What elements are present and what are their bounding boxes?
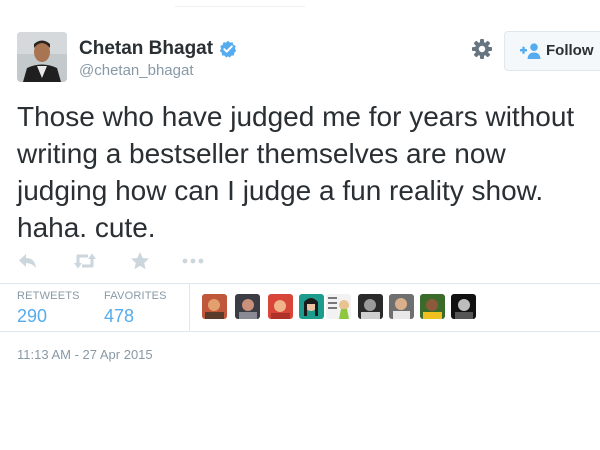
favorites-stat[interactable]: FAVORITES 478	[104, 290, 167, 327]
favoriter-avatar-7[interactable]	[389, 294, 414, 319]
favoriter-avatar-5[interactable]	[326, 294, 351, 319]
stats-bottom-divider	[0, 331, 600, 332]
retweets-count[interactable]: 290	[17, 306, 80, 327]
favorites-label: FAVORITES	[104, 290, 167, 302]
favoriter-avatar-4[interactable]	[299, 294, 324, 319]
author-handle[interactable]: @chetan_bhagat	[79, 62, 194, 79]
tweet-text: Those who have judged me for years witho…	[17, 101, 575, 243]
follow-button[interactable]: Follow	[504, 31, 600, 71]
favoriter-avatar-3[interactable]	[268, 294, 293, 319]
favoriter-avatar-2[interactable]	[235, 294, 260, 319]
retweets-stat[interactable]: RETWEETS 290	[17, 290, 80, 327]
favoriter-avatar-9[interactable]	[451, 294, 476, 319]
gear-icon[interactable]	[471, 38, 493, 60]
favorites-count[interactable]: 478	[104, 306, 167, 327]
stats-top-divider	[0, 283, 600, 284]
favoriter-avatar-6[interactable]	[358, 294, 383, 319]
author-avatar[interactable]	[17, 32, 67, 82]
favorite-star-icon[interactable]	[129, 250, 151, 272]
stats-vertical-divider	[189, 283, 190, 331]
verified-badge-icon	[219, 40, 237, 58]
retweet-icon[interactable]	[73, 250, 97, 272]
more-icon[interactable]	[181, 250, 205, 272]
favoriter-avatar-8[interactable]	[420, 294, 445, 319]
follow-label: Follow	[546, 42, 594, 59]
tweet-timestamp[interactable]: 11:13 AM - 27 Apr 2015	[17, 347, 153, 362]
top-divider	[175, 6, 305, 7]
reply-icon[interactable]	[17, 250, 39, 272]
favoriter-avatar-1[interactable]	[202, 294, 227, 319]
author-name[interactable]: Chetan Bhagat	[79, 38, 213, 60]
follow-person-plus-icon	[520, 43, 541, 59]
retweets-label: RETWEETS	[17, 290, 80, 302]
